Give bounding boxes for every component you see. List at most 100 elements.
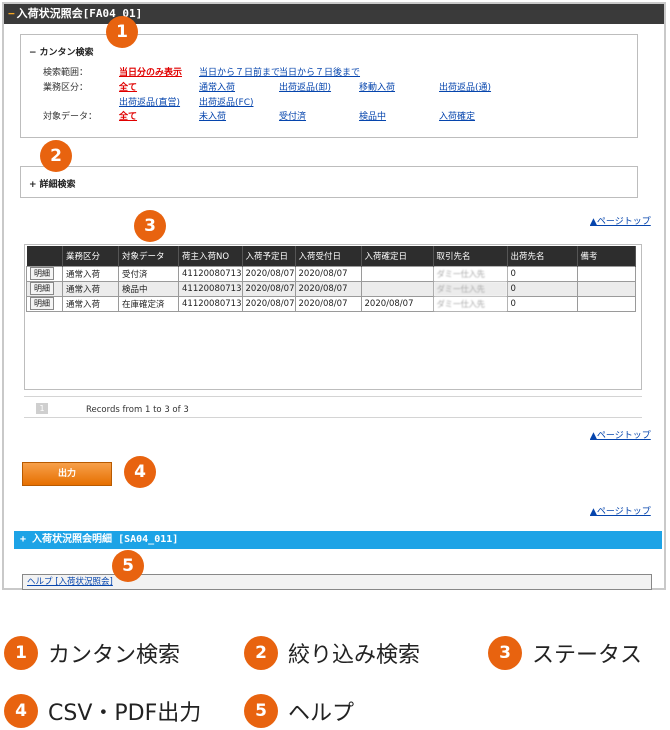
search-range-label: 検索範囲：: [43, 68, 89, 78]
column-header[interactable]: 荷主入荷NO: [178, 246, 243, 266]
legend-item: 1 カンタン検索: [4, 636, 180, 670]
business-return-direct-link[interactable]: 出荷返品(直営): [119, 95, 180, 108]
page-top-link[interactable]: ▲ページトップ: [590, 504, 651, 517]
column-header[interactable]: 入荷受付日: [295, 246, 362, 266]
table-cell: ダミー仕入先: [432, 295, 508, 312]
callout-4: 4: [124, 456, 156, 488]
expand-icon[interactable]: +: [29, 180, 37, 190]
collapse-icon[interactable]: −: [29, 48, 37, 58]
table-cell: [576, 295, 636, 312]
table-row: 明細 通常入荷 受付済 41120080713 2020/08/07 2020/…: [26, 265, 636, 282]
detail-button[interactable]: 明細: [30, 282, 54, 295]
table-row: 明細 通常入荷 在庫確定済 41120080713 2020/08/07 202…: [26, 295, 636, 312]
table-cell: 2020/08/07: [294, 295, 362, 312]
pager: 1 Records from 1 to 3 of 3: [24, 396, 642, 418]
page-top-link[interactable]: ▲ページトップ: [590, 214, 651, 227]
page-number-button[interactable]: 1: [36, 403, 48, 414]
page-title-bar: − 入荷状況照会[FA04_01]: [4, 4, 664, 24]
column-header[interactable]: 出荷先名: [507, 246, 578, 266]
callout-5: 5: [112, 550, 144, 582]
detail-section-bar[interactable]: + 入荷状況照会明細 [SA04_011]: [14, 531, 662, 549]
table-cell: [576, 265, 636, 282]
detail-button[interactable]: 明細: [30, 267, 54, 280]
range-7-days-after-link[interactable]: 当日から７日後まで: [279, 65, 360, 78]
range-7-days-before-link[interactable]: 当日から７日前まで: [199, 65, 280, 78]
output-button[interactable]: 出力: [22, 462, 112, 486]
table-cell: 41120080713: [178, 295, 243, 312]
collapse-icon[interactable]: −: [8, 7, 15, 20]
expand-icon[interactable]: +: [20, 534, 32, 545]
business-return-fc-link[interactable]: 出荷返品(FC): [199, 95, 253, 108]
callout-3: 3: [134, 210, 166, 242]
range-today-link[interactable]: 当日分のみ表示: [119, 65, 182, 78]
table-cell: 受付済: [118, 265, 179, 282]
table-cell: 2020/08/07: [294, 280, 362, 297]
table-cell: 通常入荷: [62, 295, 119, 312]
table-cell: 2020/08/07: [294, 265, 362, 282]
business-type-label: 業務区分：: [43, 83, 89, 93]
table-header-row: 業務区分 対象データ 荷主入荷NO 入荷予定日 入荷受付日 入荷確定日 取引先名…: [26, 246, 636, 266]
legend-label: カンタン検索: [48, 643, 181, 668]
table-cell: 41120080713: [178, 265, 243, 282]
target-confirmed-link[interactable]: 入荷確定: [439, 109, 475, 122]
table-cell: [360, 265, 434, 282]
target-received-link[interactable]: 受付済: [279, 109, 306, 122]
table-cell: 2020/08/07: [241, 280, 296, 297]
table-cell: 41120080713: [178, 280, 243, 297]
detail-button[interactable]: 明細: [30, 297, 54, 310]
table-cell: ダミー仕入先: [432, 280, 508, 297]
table-cell: 0: [506, 295, 578, 312]
results-grid: 業務区分 対象データ 荷主入荷NO 入荷予定日 入荷受付日 入荷確定日 取引先名…: [24, 244, 642, 390]
column-header[interactable]: 取引先名: [433, 246, 508, 266]
table-cell: 在庫確定済: [118, 295, 179, 312]
table-cell: ダミー仕入先: [432, 265, 508, 282]
legend-number: 3: [488, 636, 522, 670]
target-inspecting-link[interactable]: 検品中: [359, 109, 386, 122]
callout-2: 2: [40, 140, 72, 172]
legend-label: 絞り込み検索: [288, 643, 421, 668]
legend-number: 5: [244, 694, 278, 728]
column-header[interactable]: 業務区分: [62, 246, 119, 266]
business-return-wholesale-link[interactable]: 出荷返品(卸): [279, 80, 331, 93]
business-normal-link[interactable]: 通常入荷: [199, 80, 235, 93]
business-return-mail-link[interactable]: 出荷返品(通): [439, 80, 491, 93]
column-header[interactable]: 備考: [577, 246, 636, 266]
results-table: 業務区分 対象データ 荷主入荷NO 入荷予定日 入荷受付日 入荷確定日 取引先名…: [26, 246, 636, 312]
detail-search-header[interactable]: + 詳細検索: [29, 177, 76, 190]
table-cell: 通常入荷: [62, 265, 119, 282]
column-header: [26, 246, 63, 266]
legend-number: 4: [4, 694, 38, 728]
callout-1: 1: [106, 16, 138, 48]
table-cell: 0: [506, 265, 578, 282]
legend-item: 5 ヘルプ: [244, 694, 354, 728]
simple-search-panel: − カンタン検索 検索範囲： 当日分のみ表示 当日から７日前まで 当日から７日後ま…: [20, 34, 638, 138]
table-cell: 0: [506, 280, 578, 297]
table-row: 明細 通常入荷 検品中 41120080713 2020/08/07 2020/…: [26, 280, 636, 297]
page-top-link[interactable]: ▲ページトップ: [590, 428, 651, 441]
target-data-label: 対象データ：: [43, 112, 98, 122]
screenshot-frame: − 入荷状況照会[FA04_01] − カンタン検索 検索範囲： 当日分のみ表示 当…: [2, 2, 666, 590]
legend-item: 3 ステータス: [488, 636, 642, 670]
table-cell: [576, 280, 636, 297]
legend-number: 1: [4, 636, 38, 670]
legend-label: ステータス: [532, 643, 643, 668]
help-link[interactable]: ヘルプ [入荷状況照会]: [27, 577, 113, 587]
table-cell: [360, 280, 434, 297]
column-header[interactable]: 入荷予定日: [242, 246, 296, 266]
table-cell: 検品中: [118, 280, 179, 297]
legend-item: 2 絞り込み検索: [244, 636, 420, 670]
target-all-link[interactable]: 全て: [119, 109, 137, 122]
business-all-link[interactable]: 全て: [119, 80, 137, 93]
table-cell: 2020/08/07: [241, 265, 296, 282]
target-not-arrived-link[interactable]: 未入荷: [199, 109, 226, 122]
records-count-text: Records from 1 to 3 of 3: [86, 405, 189, 415]
simple-search-header[interactable]: − カンタン検索: [29, 45, 94, 58]
column-header[interactable]: 対象データ: [118, 246, 179, 266]
legend-item: 4 CSV・PDF出力: [4, 694, 201, 728]
table-cell: 通常入荷: [62, 280, 119, 297]
detail-search-panel[interactable]: + 詳細検索: [20, 166, 638, 198]
business-transfer-link[interactable]: 移動入荷: [359, 80, 395, 93]
table-cell: 2020/08/07: [241, 295, 296, 312]
column-header[interactable]: 入荷確定日: [361, 246, 434, 266]
table-cell: 2020/08/07: [360, 295, 434, 312]
